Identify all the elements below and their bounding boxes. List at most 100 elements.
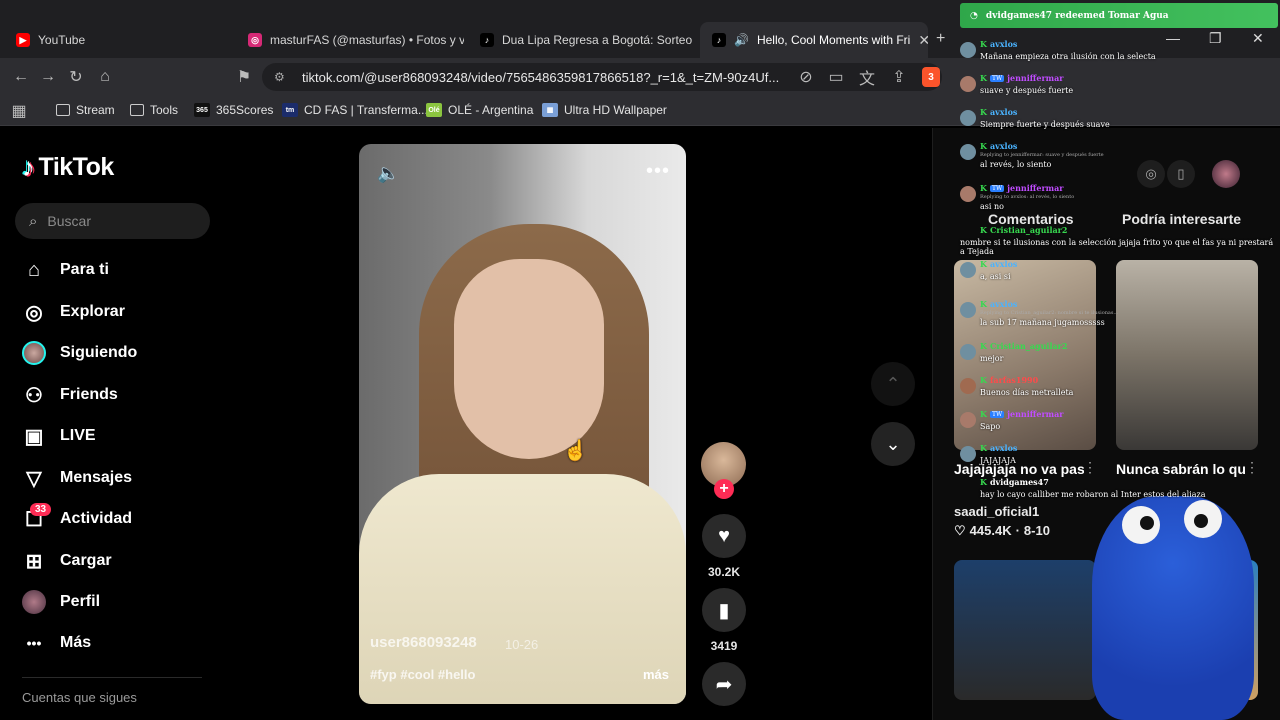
alert-icon: ◔ (970, 10, 978, 21)
badge-icon: K (980, 107, 987, 117)
heart-icon: ♥ (718, 524, 730, 547)
activity-badge: 33 (30, 503, 52, 516)
save-count: 3419 (710, 639, 738, 653)
cast-icon[interactable]: ▭ (825, 66, 847, 88)
video-more-link[interactable]: más (643, 667, 669, 682)
follow-plus-icon[interactable]: + (714, 479, 734, 499)
speaker-icon: 🔊 (734, 33, 749, 47)
tab-active-tiktok[interactable]: ♪ 🔊 Hello, Cool Moments with Fri ✕ (700, 22, 928, 58)
badge-icon: K (980, 299, 987, 309)
redeem-alert: ◔ dvidgames47 redeemed Tomar Agua (960, 3, 1278, 28)
tiktok-favicon-icon: ♪ (712, 33, 726, 47)
save-button[interactable]: ▮ (702, 588, 746, 632)
chat-text: hay lo cayo calliber me robaron al Inter… (980, 490, 1206, 499)
bookmark-ole[interactable]: Olé OLÉ - Argentina (426, 100, 533, 120)
chat-avatar (960, 144, 976, 160)
overlay-pupil (1194, 514, 1208, 528)
bookmark-transfermarkt[interactable]: tm CD FAS | Transferma... (282, 100, 428, 120)
chat-avatar (960, 378, 976, 394)
chat-avatar (960, 262, 976, 278)
ole-logo-icon: Olé (426, 103, 442, 117)
new-tab-icon[interactable]: + (936, 30, 945, 48)
apps-grid-icon[interactable]: ▦ (8, 100, 30, 122)
volume-icon[interactable]: 🔈 (377, 163, 399, 184)
previous-video-button[interactable]: ⌃ (871, 362, 915, 406)
chat-message: Kavxlos Replying to Cristian_aguilar2: n… (958, 298, 1278, 327)
video-author[interactable]: user868093248 (370, 634, 477, 651)
next-video-button[interactable]: ⌄ (871, 422, 915, 466)
bookmark-wallpaper[interactable]: ▦ Ultra HD Wallpaper (542, 100, 667, 120)
brave-shield-icon[interactable]: 3 (922, 67, 940, 87)
translate-icon[interactable]: 文 (856, 66, 878, 88)
mouse-cursor-icon: ☝ (563, 440, 588, 462)
more-icon: ••• (26, 635, 42, 651)
compass-icon: ◎ (25, 301, 43, 324)
reload-icon[interactable]: ↻ (65, 66, 87, 88)
tab-dua-lipa[interactable]: ♪ Dua Lipa Regresa a Bogotá: Sorteo d (468, 22, 696, 58)
like-button[interactable]: ♥ (702, 514, 746, 558)
badge-icon: K (980, 225, 987, 235)
nav-cargar[interactable]: ⊞ Cargar (22, 546, 112, 576)
bookmark-label: Tools (150, 103, 179, 117)
chat-avatar (960, 110, 976, 126)
search-icon: ⌕ (29, 212, 38, 230)
nav-explorar[interactable]: ◎ Explorar (22, 297, 125, 327)
badge-icon: K (980, 73, 987, 83)
upload-icon: ⊞ (25, 550, 43, 573)
bookmark-tools[interactable]: Tools (130, 100, 178, 120)
chat-username: avxlos (989, 443, 1018, 453)
avatar-icon (22, 341, 46, 365)
chevron-up-icon: ⌃ (885, 373, 901, 394)
search-input[interactable]: ⌕ Buscar (15, 203, 210, 239)
alert-text: dvidgames47 redeemed Tomar Agua (985, 10, 1169, 21)
overlay-pupil (1140, 516, 1154, 530)
nav-siguiendo[interactable]: Siguiendo (22, 338, 137, 368)
forward-icon[interactable]: → (37, 66, 59, 88)
nav-friends[interactable]: ⚇ Friends (22, 380, 118, 410)
bookmark-icon: ▮ (718, 599, 730, 622)
bookmark-365scores[interactable]: 365 365Scores (194, 100, 273, 120)
badge-icon: K (980, 259, 987, 269)
chat-text: Buenos días metralleta (980, 388, 1074, 397)
chat-text: asi no (980, 202, 1004, 211)
bookmark-label: Ultra HD Wallpaper (564, 103, 667, 117)
recommended-video-author[interactable]: saadi_oficial1 (954, 504, 1039, 519)
nav-mensajes[interactable]: ▽ Mensajes (22, 463, 132, 493)
tiktok-logo[interactable]: ♪ TikTok (22, 152, 114, 183)
video-player[interactable] (359, 144, 686, 704)
home-icon[interactable]: ⌂ (94, 66, 116, 88)
tiktok-note-icon: ♪ (22, 152, 35, 182)
chat-message: K Cristian_aguilar2 nombre si te ilusiona… (958, 224, 1278, 256)
sidebar-divider (22, 677, 202, 678)
nav-perfil[interactable]: Perfil (22, 587, 100, 617)
mute-site-icon[interactable]: ⊘ (795, 66, 817, 88)
bookmark-icon[interactable]: ⚑ (233, 66, 255, 88)
back-icon[interactable]: ← (10, 66, 32, 88)
recommended-video-thumbnail[interactable] (954, 560, 1096, 700)
share-icon[interactable]: ⇪ (888, 66, 910, 88)
nav-live[interactable]: ▣ LIVE (22, 421, 96, 451)
nav-mas[interactable]: ••• Más (22, 628, 91, 658)
chat-text: suave y después fuerte (980, 86, 1074, 95)
site-info-icon[interactable]: ⚙ (274, 70, 285, 84)
chat-username: Cristian_aguilar2 (989, 225, 1068, 235)
tab-instagram[interactable]: ◎ masturFAS (@masturfas) • Fotos y vid (236, 22, 464, 58)
close-tab-icon[interactable]: ✕ (918, 32, 928, 49)
share-button[interactable]: ➦ (702, 662, 746, 706)
meta-separator: · (1015, 523, 1020, 538)
badge-icon: K (980, 375, 987, 385)
video-more-options-icon[interactable]: ••• (646, 160, 670, 183)
chat-username: avxlos (989, 141, 1018, 151)
chat-message: K Cristian_aguilar2 mejor (958, 340, 1278, 363)
chat-message: Kavxlos Mañana empieza otra ilusión con … (958, 38, 1278, 61)
video-hashtags[interactable]: #fyp #cool #hello (370, 667, 475, 682)
tab-youtube[interactable]: ▶ YouTube (4, 22, 232, 58)
bookmark-stream[interactable]: Stream (56, 100, 115, 120)
wallpaper-logo-icon: ▦ (542, 103, 558, 117)
chat-reply: Replying to jenniffermar: suave y despué… (980, 152, 1104, 158)
recommended-video-stats: ♡ 445.4K · 8-10 (954, 523, 1050, 539)
messages-icon: ▽ (26, 467, 42, 490)
chat-message: Kavxlos Siempre fuerte y después suave (958, 106, 1278, 129)
nav-para-ti[interactable]: ⌂ Para ti (22, 255, 109, 285)
chat-username: farfas1990 (989, 375, 1039, 385)
